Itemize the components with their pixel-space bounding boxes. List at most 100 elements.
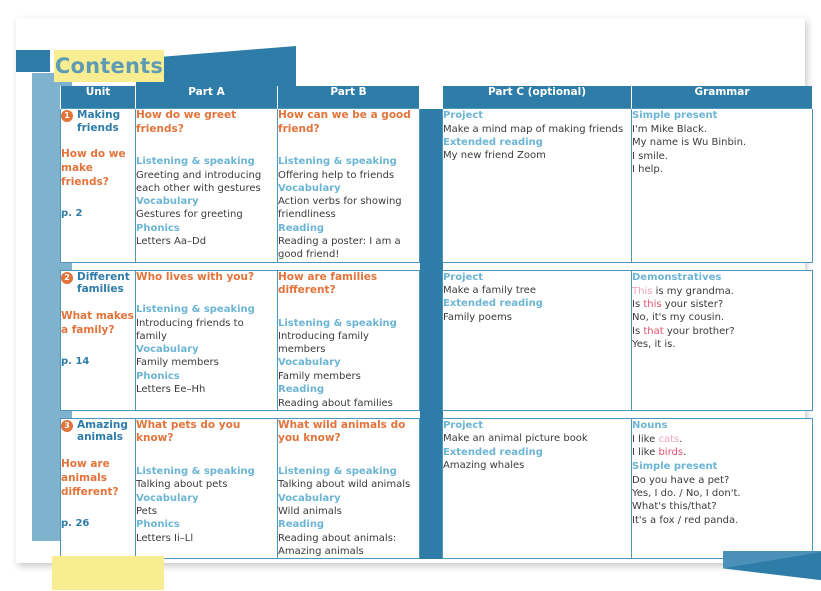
table-row-spacer [61, 262, 813, 271]
unit-page-number: p. 2 [61, 208, 83, 219]
grammar-text: I like [632, 447, 659, 459]
grammar-highlight-pink: cats [658, 433, 680, 445]
grammar-text: Do you have a pet? [632, 474, 730, 486]
grammar-cell: Nouns I like cats. I like birds. Simple pre… [631, 417, 813, 560]
grammar-line: I'm Mike Black. [632, 123, 812, 136]
grammar-line: Yes, I do. / No, I don't. [632, 487, 812, 500]
section-text: Talking about pets [136, 479, 228, 491]
section-text: Amazing whales [443, 460, 525, 472]
column-header-part-b: Part B [277, 86, 420, 109]
grammar-label: Demonstratives [632, 271, 722, 283]
section-label: Project [443, 110, 484, 121]
part-c-cell: Project Make an animal picture book Extend… [442, 417, 632, 560]
section-label: Project [443, 271, 484, 283]
grammar-text: I help. [632, 164, 663, 176]
section-text: Introducing family members [278, 331, 369, 356]
section-text: Talking about wild animals [278, 479, 411, 491]
section-label: Extended reading [443, 298, 543, 310]
section-text: Greeting and introducing each other with… [136, 169, 262, 194]
section-text: Reading about animals: Amazing animals [278, 532, 397, 557]
contents-page-sheet: Contents Unit Part A Part B Part C (opti… [16, 18, 821, 590]
table-row: 2 Different families What makes a family? p… [60, 269, 813, 411]
grammar-text: Is [632, 325, 644, 337]
grammar-text: What's this/that? [632, 501, 717, 513]
section-label: Listening & speaking [136, 304, 255, 316]
unit-name: Amazing animals [77, 418, 128, 444]
section-text: Make a family tree [443, 285, 536, 297]
unit-number-badge: 1 [61, 110, 73, 122]
section-text: Letters Ee–Hh [136, 384, 206, 396]
part-a-question: What pets do you know? [136, 418, 241, 445]
grammar-text: Is [632, 298, 644, 310]
column-header-part-a: Part A [135, 86, 278, 109]
grammar-text: I smile. [632, 150, 668, 162]
part-c-cell: Project Make a family tree Extended readin… [442, 269, 632, 411]
section-label: Project [443, 419, 484, 431]
column-header-unit: Unit [60, 86, 136, 109]
part-b-question: What wild animals do you know? [278, 418, 406, 445]
part-a-question: How do we greet friends? [136, 109, 237, 135]
unit-page-number: p. 26 [61, 517, 90, 529]
grammar-line: It's a fox / red panda. [632, 514, 812, 527]
grammar-line: I smile. [632, 150, 812, 163]
unit-question: What makes a family? [61, 309, 134, 336]
section-label: Vocabulary [136, 195, 199, 207]
grammar-highlight-red: that [643, 325, 664, 337]
grammar-label: Simple present [632, 460, 718, 472]
part-c-cell: Project Make a mind map of making friends… [442, 108, 632, 263]
section-text: Wild animals [278, 506, 342, 518]
grammar-text: your sister? [661, 298, 724, 310]
section-text: Reading a poster: I am a good friend! [278, 236, 401, 261]
unit-question: How do we make friends? [61, 148, 126, 188]
section-label: Listening & speaking [278, 156, 397, 167]
grammar-text: I'm Mike Black. [632, 124, 708, 135]
unit-cell: 1 Making friends How do we make friends? p.… [60, 108, 136, 263]
section-text: Letters Ii–Ll [136, 532, 194, 544]
section-text: Letters Aa–Dd [136, 236, 207, 248]
section-label: Extended reading [443, 136, 543, 148]
grammar-line: Is that your brother? [632, 325, 812, 338]
section-text: Family poems [443, 311, 512, 323]
section-label: Vocabulary [136, 492, 199, 504]
grammar-highlight-pink: This [632, 285, 653, 297]
section-text: Family members [278, 370, 361, 382]
part-b-cell: What wild animals do you know? Listening … [277, 417, 420, 560]
section-text: Offering help to friends [278, 169, 395, 181]
table-row: 3 Amazing animals How are animals differen… [60, 417, 813, 560]
section-label: Reading [278, 519, 325, 531]
column-divider [419, 108, 443, 263]
grammar-cell: Demonstratives This is my grandma. Is this… [631, 269, 813, 411]
grammar-highlight-red: this [643, 298, 662, 310]
unit-page-number: p. 14 [61, 355, 90, 367]
grammar-line: Yes, it is. [632, 338, 812, 351]
section-text: Pets [136, 506, 157, 518]
part-b-cell: How can we be a good friend? Listening & … [277, 108, 420, 263]
section-text: Introducing friends to family [136, 317, 244, 342]
grammar-text: . [683, 447, 687, 459]
unit-name: Different families [77, 270, 130, 296]
unit-heading: 1 Making friends [61, 109, 135, 134]
table-header-row: Unit Part A Part B Part C (optional) Gra… [60, 86, 813, 109]
section-label: Reading [278, 222, 325, 234]
contents-table: Unit Part A Part B Part C (optional) Gra… [60, 86, 813, 560]
grammar-text: No, it's my cousin. [632, 312, 725, 324]
section-label: Phonics [136, 370, 180, 382]
grammar-text: Yes, it is. [632, 339, 676, 351]
grammar-text: is my grandma. [652, 285, 734, 297]
unit-name: Making friends [77, 109, 121, 134]
page-title: Contents [54, 50, 164, 82]
unit-heading: 2 Different families [61, 271, 135, 296]
grammar-line: This is my grandma. [632, 285, 812, 298]
section-text: Make a mind map of making friends [443, 123, 624, 135]
page-title-text: Contents [54, 54, 164, 78]
section-label: Reading [278, 384, 325, 396]
part-a-cell: What pets do you know? Listening & speaki… [135, 417, 278, 560]
section-label: Listening & speaking [136, 465, 255, 477]
part-a-cell: How do we greet friends? Listening & spea… [135, 108, 278, 263]
grammar-text: your brother? [663, 325, 735, 337]
grammar-line: Do you have a pet? [632, 474, 812, 487]
section-label: Extended reading [443, 446, 543, 458]
column-divider [419, 418, 443, 559]
part-b-cell: How are families different? Listening & s… [277, 269, 420, 411]
grammar-line: What's this/that? [632, 500, 812, 513]
